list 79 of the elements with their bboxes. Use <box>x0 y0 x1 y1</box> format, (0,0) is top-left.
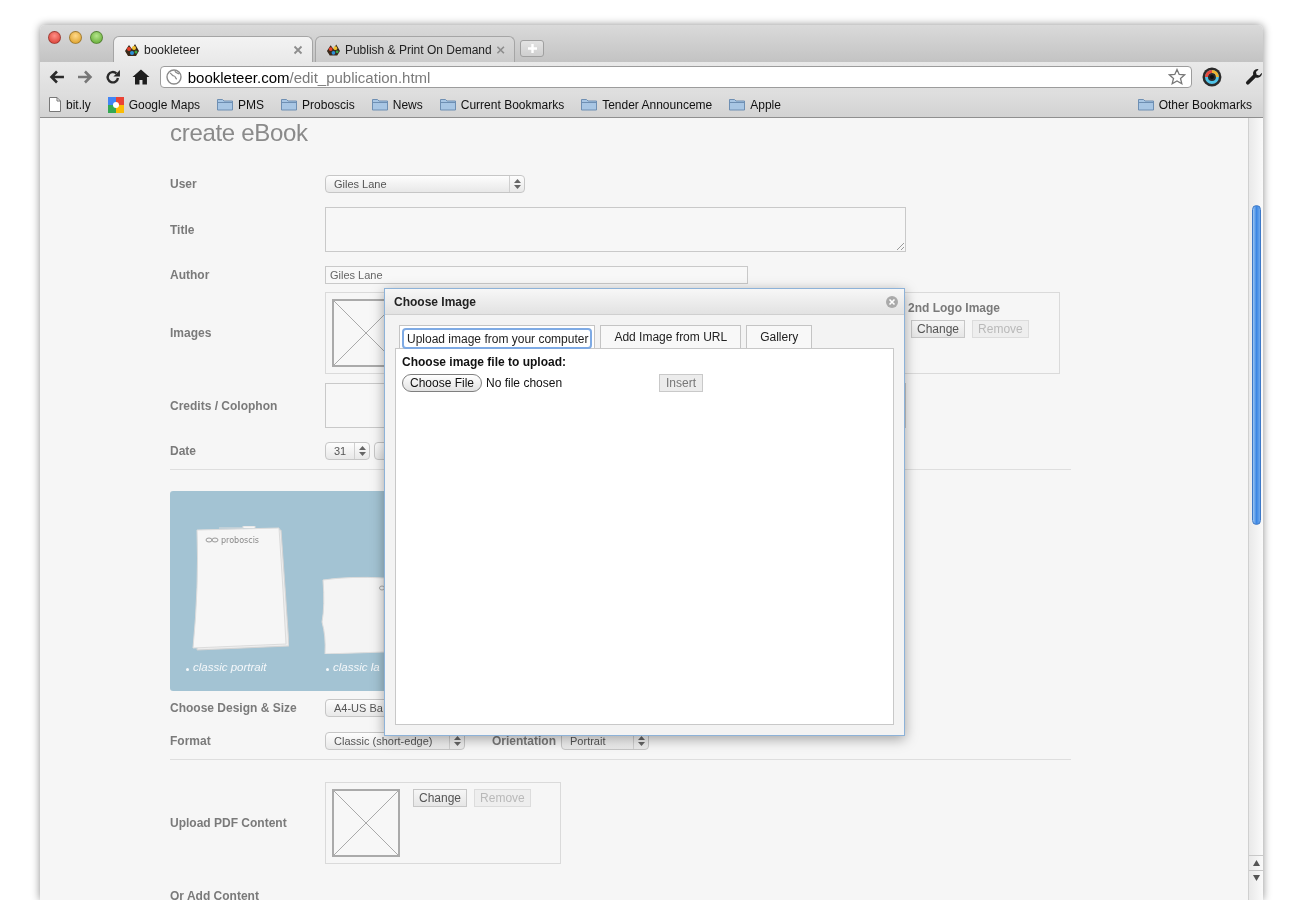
new-tab-button[interactable] <box>520 40 544 57</box>
field-label: Upload PDF Content <box>170 816 287 830</box>
close-icon[interactable] <box>495 44 505 55</box>
folder-icon <box>1137 98 1154 111</box>
file-status: No file chosen <box>486 376 563 390</box>
folder-icon <box>217 98 234 111</box>
field-label: User <box>170 177 197 191</box>
window-close-button[interactable] <box>48 31 61 44</box>
home-icon[interactable] <box>131 68 150 86</box>
author-field[interactable]: Giles Lane <box>325 266 748 284</box>
bookmark-item[interactable]: PMS <box>217 97 265 112</box>
field-label: Author <box>170 268 210 282</box>
folder-icon <box>729 98 746 111</box>
scrollbar[interactable] <box>1248 118 1263 900</box>
bullet-icon <box>326 667 329 671</box>
section-heading: 2nd Logo Image <box>908 301 1001 315</box>
dialog-tab[interactable]: Gallery <box>746 325 813 348</box>
folder-icon <box>581 98 598 111</box>
folder-icon <box>281 98 298 111</box>
bookmark-item[interactable]: Other Bookmarks <box>1137 97 1252 112</box>
down-arrow-icon <box>1252 875 1260 881</box>
bookmark-item[interactable]: Apple <box>729 97 781 112</box>
browser-tab[interactable]: bookleteer <box>113 36 313 62</box>
bullet-icon <box>186 667 189 671</box>
dialog-tab[interactable]: Add Image from URL <box>600 325 742 348</box>
bookmark-item[interactable]: Current Bookmarks <box>439 97 565 112</box>
empty-image-icon <box>332 789 400 857</box>
bookmark-item[interactable]: Proboscis <box>281 97 355 112</box>
field-label: Format <box>170 734 211 748</box>
bookmark-item[interactable]: News <box>371 97 423 112</box>
star-icon[interactable] <box>1168 68 1187 86</box>
choose-file-button[interactable]: Choose File <box>402 374 483 392</box>
insert-button[interactable]: Insert <box>659 374 703 392</box>
pdf-button[interactable]: Change <box>413 789 468 807</box>
up-down-arrows-icon <box>637 736 645 746</box>
close-icon[interactable] <box>886 295 898 308</box>
page-icon <box>49 97 61 112</box>
logo-icon <box>124 42 140 57</box>
dialog-title: Choose Image <box>394 294 478 309</box>
folder-icon <box>371 98 388 111</box>
dialog-tab[interactable]: Upload image from your computer <box>399 325 596 348</box>
field-label: Date <box>170 444 196 458</box>
field-label: Orientation <box>492 734 556 748</box>
user-select[interactable]: Giles Lane <box>325 175 525 193</box>
bookmark-item[interactable]: Tender Announceme <box>581 97 713 112</box>
brand-label: proboscis <box>221 536 259 545</box>
resize-grip-icon[interactable] <box>896 242 904 250</box>
field-label: Choose Design & Size <box>170 701 297 715</box>
window-minimize-button[interactable] <box>69 31 82 44</box>
field-label: Or Add Content <box>170 889 259 900</box>
page-heading: create eBook <box>170 118 309 148</box>
browser-tab[interactable]: Publish & Print On Demand <box>315 36 515 62</box>
up-down-arrows-icon <box>358 446 366 456</box>
extension-icon[interactable] <box>1202 67 1223 87</box>
map-icon <box>107 96 124 113</box>
up-down-arrows-icon <box>513 179 521 189</box>
bookmark-item[interactable]: bit.ly <box>49 97 91 112</box>
reload-icon[interactable] <box>103 68 122 86</box>
globe-icon <box>165 69 182 85</box>
day-select[interactable]: 31 <box>325 442 370 460</box>
forward-arrow-icon[interactable] <box>75 68 94 86</box>
upload-prompt: Choose image file to upload: <box>402 355 567 369</box>
image-button[interactable]: Change <box>911 320 966 338</box>
window-zoom-button[interactable] <box>90 31 103 44</box>
field-label: Images <box>170 326 212 340</box>
field-label: Credits / Colophon <box>170 398 278 413</box>
up-arrow-icon <box>1252 860 1260 866</box>
field-label: Title <box>170 222 195 237</box>
scroll-thumb[interactable] <box>1252 205 1261 525</box>
folder-icon <box>439 98 456 111</box>
up-down-arrows-icon <box>453 736 461 746</box>
close-icon[interactable] <box>293 44 303 55</box>
title-field[interactable] <box>325 207 906 252</box>
bookmark-item[interactable]: Google Maps <box>107 96 201 113</box>
address-bar[interactable]: bookleteer.com/edit_publication.html <box>159 66 1193 88</box>
back-arrow-icon[interactable] <box>48 68 66 86</box>
wrench-icon[interactable] <box>1245 68 1263 86</box>
plus-icon <box>527 44 537 53</box>
logo-icon <box>326 42 341 57</box>
